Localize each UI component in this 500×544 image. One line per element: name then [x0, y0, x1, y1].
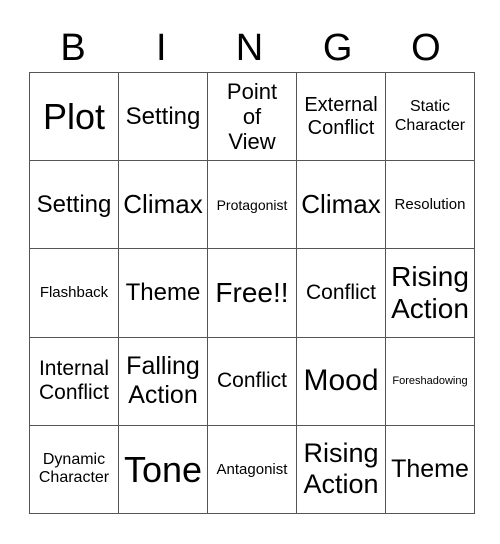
bingo-cell[interactable]: Setting	[118, 71, 208, 162]
cell-text: Flashback	[39, 284, 109, 302]
header-letter-i: I	[156, 27, 167, 69]
bingo-cell[interactable]: Protagonist	[207, 160, 297, 250]
bingo-cell[interactable]: Antagonist	[207, 424, 297, 515]
cell-text: Falling Action	[126, 352, 200, 410]
cell-text: Rising Action	[391, 260, 469, 324]
cell-text: Conflict	[305, 280, 377, 304]
cell-text: Protagonist	[216, 196, 288, 213]
cell-text: Free!!	[215, 276, 289, 308]
bingo-cell[interactable]: Falling Action	[118, 336, 208, 426]
bingo-cell[interactable]: Theme	[385, 424, 475, 515]
cell-text: Tone	[123, 448, 203, 490]
cell-text: Theme	[125, 279, 201, 307]
cell-text: Mood	[303, 363, 379, 397]
cell-text: Climax	[301, 188, 381, 219]
board-row: Dynamic Character Tone Antagonist Rising…	[29, 424, 475, 515]
cell-text: Rising Action	[303, 438, 379, 500]
cell-text: Conflict	[216, 369, 288, 393]
header-letter-g: G	[322, 27, 353, 69]
cell-text: Climax	[123, 188, 203, 219]
cell-text: Theme	[391, 455, 469, 483]
bingo-cell[interactable]: Conflict	[296, 248, 386, 338]
board-row: Plot Setting Point of View External Conf…	[29, 71, 475, 162]
cell-text: Setting	[36, 190, 112, 218]
cell-text: Internal Conflict	[38, 357, 110, 405]
bingo-cell[interactable]: Flashback	[29, 248, 119, 338]
bingo-cell[interactable]: Static Character	[385, 71, 475, 162]
cell-text: Plot	[42, 95, 106, 137]
bingo-cell[interactable]: Foreshadowing	[385, 336, 475, 426]
cell-text: Setting	[125, 102, 201, 130]
bingo-cell[interactable]: Rising Action	[296, 424, 386, 515]
header-letter-o: O	[411, 27, 441, 69]
bingo-cell[interactable]: Mood	[296, 336, 386, 426]
cell-text: Dynamic Character	[38, 450, 110, 487]
board-row: Flashback Theme Free!! Conflict Rising A…	[29, 248, 475, 338]
cell-text: Resolution	[394, 196, 466, 214]
cell-text: External Conflict	[304, 93, 378, 139]
bingo-cell[interactable]: Theme	[118, 248, 208, 338]
bingo-board: Plot Setting Point of View External Conf…	[29, 71, 475, 515]
bingo-cell[interactable]: Plot	[29, 71, 119, 162]
bingo-cell[interactable]: Climax	[296, 160, 386, 250]
bingo-cell[interactable]: External Conflict	[296, 71, 386, 162]
bingo-cell[interactable]: Climax	[118, 160, 208, 250]
cell-text: Foreshadowing	[392, 374, 468, 387]
cell-text: Static Character	[394, 98, 466, 134]
bingo-header: B I N G O	[29, 26, 470, 70]
bingo-cell[interactable]: Internal Conflict	[29, 336, 119, 426]
free-space-cell[interactable]: Free!!	[207, 248, 297, 338]
bingo-cell[interactable]: Conflict	[207, 336, 297, 426]
header-letter-b: B	[60, 27, 86, 69]
bingo-cell[interactable]: Dynamic Character	[29, 424, 119, 515]
header-letter-n: N	[235, 27, 264, 69]
board-row: Internal Conflict Falling Action Conflic…	[29, 336, 475, 426]
cell-text: Point of View	[226, 78, 278, 155]
board-row: Setting Climax Protagonist Climax Resolu…	[29, 160, 475, 250]
bingo-cell[interactable]: Rising Action	[385, 248, 475, 338]
bingo-cell[interactable]: Tone	[118, 424, 208, 515]
bingo-cell[interactable]: Setting	[29, 160, 119, 250]
bingo-cell[interactable]: Resolution	[385, 160, 475, 250]
bingo-cell[interactable]: Point of View	[207, 71, 297, 162]
cell-text: Antagonist	[216, 460, 288, 478]
